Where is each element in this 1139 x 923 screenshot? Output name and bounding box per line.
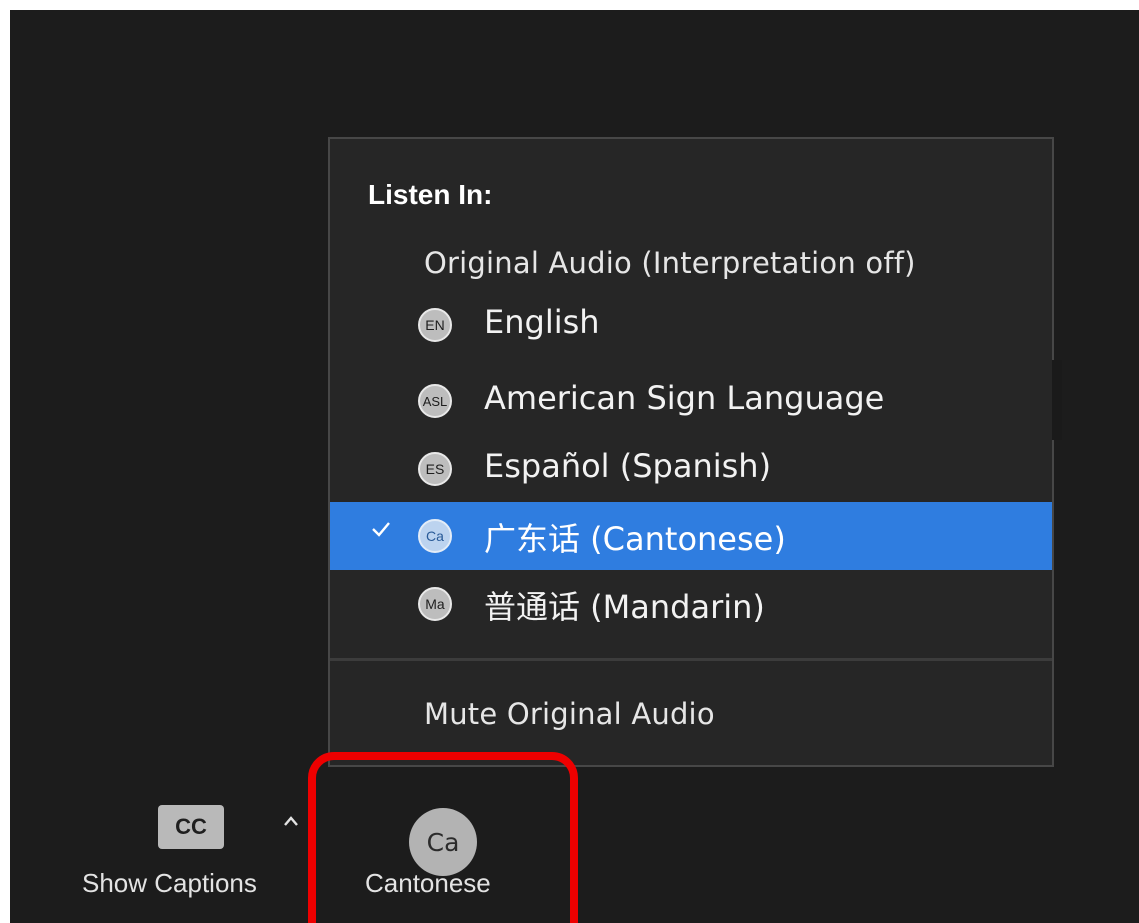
language-option-spanish[interactable]: ES Español (Spanish): [330, 435, 1052, 503]
language-badge-icon: Ma: [418, 587, 452, 621]
meeting-window: Listen In: Original Audio (Interpretatio…: [10, 10, 1139, 923]
language-option-asl[interactable]: ASL American Sign Language: [330, 367, 1052, 435]
language-option-mandarin[interactable]: Ma 普通话 (Mandarin): [330, 570, 1052, 638]
listen-in-heading: Listen In:: [368, 179, 493, 210]
scroll-edge: [1052, 360, 1062, 440]
language-badge-icon: ASL: [418, 384, 452, 418]
mute-original-audio-option[interactable]: Mute Original Audio: [424, 697, 715, 731]
check-icon: [370, 518, 392, 548]
menu-divider: [330, 658, 1052, 661]
interpretation-menu: Listen In: Original Audio (Interpretatio…: [328, 137, 1054, 767]
closed-captions-button[interactable]: CC: [158, 805, 224, 849]
annotation-highlight-box: [308, 752, 578, 923]
language-badge-icon: Ca: [418, 519, 452, 553]
original-audio-option[interactable]: Original Audio (Interpretation off): [424, 246, 916, 280]
chevron-up-icon[interactable]: [280, 810, 302, 832]
language-label: 普通话 (Mandarin): [484, 588, 765, 626]
language-label: Español (Spanish): [484, 447, 772, 485]
language-label: American Sign Language: [484, 379, 885, 417]
language-label: 广东话 (Cantonese): [484, 520, 786, 558]
language-badge-icon: EN: [418, 308, 452, 342]
language-badge-icon: ES: [418, 452, 452, 486]
show-captions-label[interactable]: Show Captions: [82, 868, 300, 899]
language-option-cantonese[interactable]: Ca 广东话 (Cantonese): [330, 502, 1052, 570]
language-label: English: [484, 303, 600, 341]
language-option-english[interactable]: EN English: [330, 291, 1052, 359]
